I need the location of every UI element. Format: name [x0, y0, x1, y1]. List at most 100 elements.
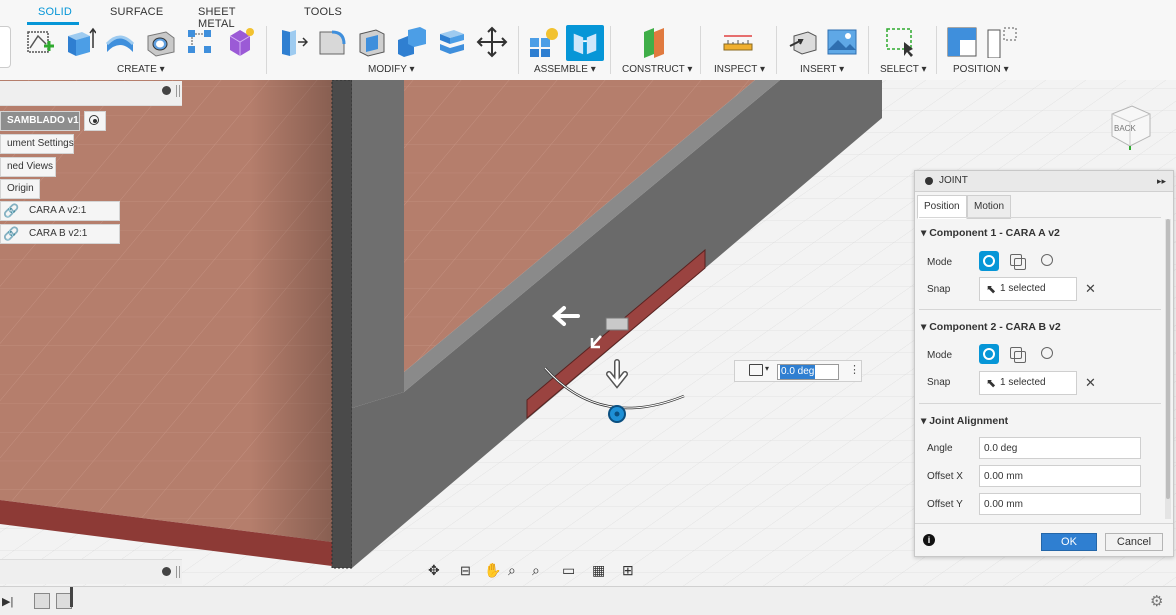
dialog-scrollbar[interactable] — [1165, 219, 1171, 519]
mode-simple-button[interactable] — [979, 251, 999, 271]
browser-item-cara-b[interactable]: 🔗 CARA B v2:1 — [0, 224, 120, 244]
browser-item-named-views[interactable]: ned Views — [0, 157, 56, 177]
activate-component-button[interactable] — [84, 111, 106, 131]
assemble-menu-label: ASSEMBLE — [534, 64, 588, 75]
browser-pin-icon[interactable] — [176, 85, 180, 97]
revolve-icon[interactable] — [104, 26, 136, 58]
mode-two-faces-button-2[interactable] — [1035, 344, 1055, 364]
canvas-icon[interactable] — [826, 26, 858, 58]
modify-menu[interactable]: MODIFY ▾ — [368, 64, 415, 75]
measure-icon[interactable] — [722, 26, 754, 58]
form-icon[interactable] — [224, 26, 256, 58]
component1-section[interactable]: ▾ Component 1 - CARA A v2 — [921, 227, 1060, 239]
offset-x-field[interactable]: 0.00 mm — [979, 465, 1141, 487]
comments-expand-icon[interactable] — [162, 567, 171, 576]
component2-snap-select[interactable]: ⬉ 1 selected — [979, 371, 1077, 395]
tab-motion[interactable]: Motion — [967, 195, 1012, 219]
viewports-icon[interactable]: ⊞ — [622, 562, 634, 579]
expand-dialog-icon[interactable]: ▸▸ — [1157, 171, 1166, 191]
angle-field[interactable]: 0.0 deg — [979, 437, 1141, 459]
alignment-section[interactable]: ▾ Joint Alignment — [921, 415, 1008, 427]
offset-y-field[interactable]: 0.00 mm — [979, 493, 1141, 515]
tab-solid[interactable]: SOLID — [38, 6, 72, 18]
radio-dot — [93, 119, 97, 123]
component2-mode-label: Mode — [927, 350, 953, 361]
construct-menu[interactable]: CONSTRUCT ▾ — [622, 64, 692, 75]
dialog-scrollbar-thumb[interactable] — [1166, 219, 1170, 499]
component1-snap-select[interactable]: ⬉ 1 selected — [979, 277, 1077, 301]
tab-surface[interactable]: SURFACE — [110, 6, 163, 18]
angle-value-field[interactable]: 0.0 deg — [777, 364, 839, 380]
browser-item-origin[interactable]: Origin — [0, 179, 40, 199]
timeline-settings-icon[interactable]: ⚙ — [1150, 592, 1163, 610]
align-icon[interactable] — [436, 26, 468, 58]
browser-collapse-icon[interactable] — [162, 86, 171, 95]
joint-button-active[interactable] — [566, 25, 604, 61]
toolbar-separator — [700, 26, 701, 74]
more-options-icon[interactable]: ⋮ — [849, 363, 860, 376]
extrude-icon[interactable] — [64, 26, 96, 58]
angle-type-dropdown[interactable]: ▾ — [765, 364, 769, 373]
insert-menu[interactable]: INSERT ▾ — [800, 64, 844, 75]
toolbar-separator — [936, 26, 937, 74]
timeline-play-icon[interactable]: ▶| — [2, 595, 13, 608]
mode-between-button-2[interactable] — [1007, 344, 1027, 364]
clear-snap-1-icon[interactable]: ✕ — [1085, 281, 1096, 297]
component2-snap-value: 1 selected — [1000, 377, 1046, 388]
browser-item-cara-a[interactable]: 🔗 CARA A v2:1 — [0, 201, 120, 221]
comments-pin-icon[interactable] — [176, 566, 180, 578]
clear-snap-2-icon[interactable]: ✕ — [1085, 375, 1096, 391]
fillet-icon[interactable] — [316, 26, 348, 58]
sketch-icon[interactable] — [24, 26, 56, 58]
zoom-icon[interactable]: ⌕ — [508, 562, 516, 579]
angle-label: Angle — [927, 443, 953, 454]
mode-two-faces-button[interactable] — [1035, 251, 1055, 271]
joint-collapse-icon[interactable] — [925, 177, 933, 185]
ok-button[interactable]: OK — [1041, 533, 1097, 551]
snap-mode-center-icon — [1041, 347, 1053, 359]
angle-type-icon[interactable] — [749, 364, 763, 376]
combine-icon[interactable] — [396, 26, 428, 58]
offset-x-label: Offset X — [927, 471, 963, 482]
orbit-icon[interactable]: ✥ — [428, 562, 440, 579]
mode-between-button[interactable] — [1007, 251, 1027, 271]
timeline-marker[interactable] — [70, 587, 73, 607]
look-at-icon[interactable]: ⊟ — [460, 563, 471, 579]
viewcube-face-label: BACK — [1114, 124, 1136, 133]
tab-tools[interactable]: TOOLS — [304, 6, 342, 18]
shell-icon[interactable] — [356, 26, 388, 58]
new-component-icon[interactable] — [528, 26, 560, 58]
offset-plane-icon[interactable] — [640, 26, 672, 58]
display-settings-icon[interactable]: ▭ — [562, 562, 575, 579]
position-menu[interactable]: POSITION ▾ — [953, 64, 1009, 75]
angle-manipulator-input[interactable]: ▾ 0.0 deg ⋮ — [734, 360, 862, 382]
zoom-window-icon[interactable]: ⌕ — [532, 562, 540, 579]
select-window-icon[interactable] — [884, 26, 916, 58]
joint-origin-glyph[interactable] — [605, 317, 629, 331]
insert-derive-icon[interactable] — [788, 26, 820, 58]
browser-root-node[interactable]: SAMBLADO v1 — [0, 111, 80, 131]
data-panel-toggle[interactable] — [0, 26, 11, 68]
toolbar-separator — [776, 26, 777, 74]
tab-position[interactable]: Position — [917, 195, 967, 219]
press-pull-icon[interactable] — [276, 26, 308, 58]
timeline-component-icon[interactable] — [34, 593, 50, 609]
cancel-button[interactable]: Cancel — [1105, 533, 1163, 551]
pattern-icon[interactable] — [184, 26, 216, 58]
hole-icon[interactable] — [144, 26, 176, 58]
viewcube[interactable]: BACK — [1108, 102, 1152, 152]
mode-simple-button-2[interactable] — [979, 344, 999, 364]
inspect-menu[interactable]: INSPECT ▾ — [714, 64, 765, 75]
capture-position-icon[interactable] — [946, 26, 978, 58]
move-icon[interactable] — [476, 26, 508, 58]
select-menu[interactable]: SELECT ▾ — [880, 64, 927, 75]
revert-position-icon[interactable] — [986, 26, 1018, 58]
wall-front-vertical[interactable] — [352, 80, 404, 408]
info-icon[interactable]: i — [923, 534, 935, 546]
assemble-menu[interactable]: ASSEMBLE ▾ — [534, 64, 596, 75]
component2-section[interactable]: ▾ Component 2 - CARA B v2 — [921, 321, 1061, 333]
browser-item-document-settings[interactable]: ument Settings — [0, 134, 74, 154]
grid-settings-icon[interactable]: ▦ — [592, 562, 605, 579]
create-menu[interactable]: CREATE ▾ — [117, 64, 165, 75]
pan-icon[interactable]: ✋ — [484, 562, 501, 579]
